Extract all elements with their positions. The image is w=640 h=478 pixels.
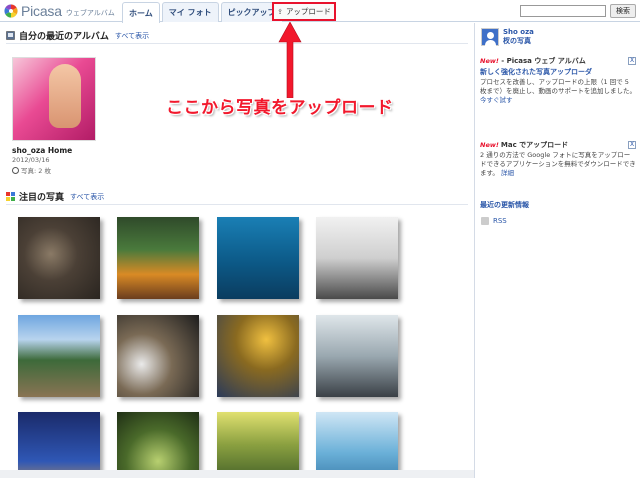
recent-updates: 最近の更新情報 [480, 199, 636, 210]
featured-photo[interactable] [316, 217, 398, 299]
thumbnail-art [49, 64, 81, 128]
rss-label: RSS [493, 217, 507, 225]
close-icon[interactable]: X [628, 57, 636, 65]
album-card[interactable]: sho_oza Home 2012/03/16 写真: 2 枚 [12, 57, 96, 175]
featured-title: 注目の写真 [19, 193, 65, 203]
promo-body: 2 通りの方法で Google フォトに写真をアップロードできるアプリケーション… [480, 151, 636, 178]
logo-subtitle: ウェブアルバム [65, 8, 115, 17]
rss-link[interactable]: RSS [481, 217, 507, 225]
close-icon[interactable]: X [628, 141, 636, 149]
details-link[interactable]: 詳細 [501, 169, 514, 177]
featured-photo[interactable] [316, 315, 398, 397]
right-sidebar: Sho oza 杈の写真 New! - Picasa ウェブ アルバム X 新し… [474, 23, 640, 478]
album-icon [6, 31, 15, 40]
upload-button[interactable]: ⇪ アップロード [272, 2, 336, 21]
avatar[interactable] [481, 28, 499, 46]
album-name[interactable]: sho_oza Home [12, 146, 96, 155]
promo-box-uploader: New! - Picasa ウェブ アルバム X 新しく強化された写真アップロー… [480, 57, 636, 105]
new-badge: New! [480, 141, 499, 149]
annotation-text: ここから写真をアップロード [166, 98, 394, 118]
horizontal-scrollbar[interactable] [0, 470, 474, 478]
user-photos-link[interactable]: 杈の写真 [503, 37, 534, 46]
album-count: 写真: 2 枚 [12, 165, 96, 175]
user-info: Sho oza 杈の写真 [503, 28, 534, 46]
picasa-logo[interactable]: Picasa ウェブアルバム [4, 3, 115, 19]
user-profile[interactable]: Sho oza 杈の写真 [481, 28, 534, 46]
picasa-logo-icon [4, 4, 18, 18]
featured-show-all-link[interactable]: すべて表示 [70, 192, 104, 202]
recent-updates-link[interactable]: 最近の更新情報 [480, 201, 636, 210]
recent-albums-header: 自分の最近のアルバム すべて表示 [6, 29, 149, 42]
search-button[interactable]: 検索 [610, 4, 636, 18]
promo-link[interactable]: 新しく強化された写真アップローダ [480, 68, 636, 77]
promo-title: Mac でアップロード [500, 141, 569, 149]
featured-icon [6, 192, 15, 201]
user-name[interactable]: Sho oza [503, 28, 534, 37]
rss-icon [481, 217, 489, 225]
divider [6, 204, 468, 205]
featured-photo[interactable] [18, 412, 100, 478]
try-now-link[interactable]: 今すぐ試す [480, 96, 636, 105]
promo-box-mac: New! Mac でアップロード X 2 通りの方法で Google フォトに写… [480, 141, 636, 178]
featured-photo[interactable] [18, 217, 100, 299]
annotation-arrow-icon [278, 22, 302, 98]
promo-body: プロセスを改善し、アップロードの上限（1 回で 5 枚まで）を廃止し、動画のサポ… [480, 78, 636, 95]
main-content: 自分の最近のアルバム すべて表示 sho_oza Home 2012/03/16… [0, 23, 474, 478]
album-date: 2012/03/16 [12, 156, 50, 164]
recent-show-all-link[interactable]: すべて表示 [115, 31, 149, 41]
new-badge: New! [480, 57, 499, 65]
featured-photo[interactable] [217, 412, 299, 478]
album-thumbnail[interactable] [12, 57, 96, 141]
featured-header: 注目の写真 すべて表示 [6, 190, 104, 203]
recent-albums-title: 自分の最近のアルバム [19, 32, 109, 42]
featured-photo[interactable] [117, 315, 199, 397]
featured-photo[interactable] [117, 217, 199, 299]
search-input[interactable] [520, 5, 606, 17]
featured-photo[interactable] [18, 315, 100, 397]
nav-tabs: ホーム マイ フォト ピックアップ [122, 2, 285, 23]
divider [6, 43, 468, 44]
logo-text: Picasa [21, 3, 62, 19]
promo-title: - Picasa ウェブ アルバム [498, 57, 586, 65]
featured-photo[interactable] [117, 412, 199, 478]
top-bar: Picasa ウェブアルバム ホーム マイ フォト ピックアップ ⇪ アップロー… [0, 0, 640, 23]
album-count-text: 写真: 2 枚 [21, 167, 51, 175]
upload-label: アップロード [285, 7, 331, 16]
featured-photo[interactable] [217, 315, 299, 397]
globe-icon [12, 166, 19, 174]
upload-icon: ⇪ [277, 7, 283, 16]
featured-photo[interactable] [217, 217, 299, 299]
tab-home[interactable]: ホーム [122, 2, 160, 23]
featured-photo[interactable] [316, 412, 398, 478]
tab-my-photos[interactable]: マイ フォト [161, 2, 219, 22]
